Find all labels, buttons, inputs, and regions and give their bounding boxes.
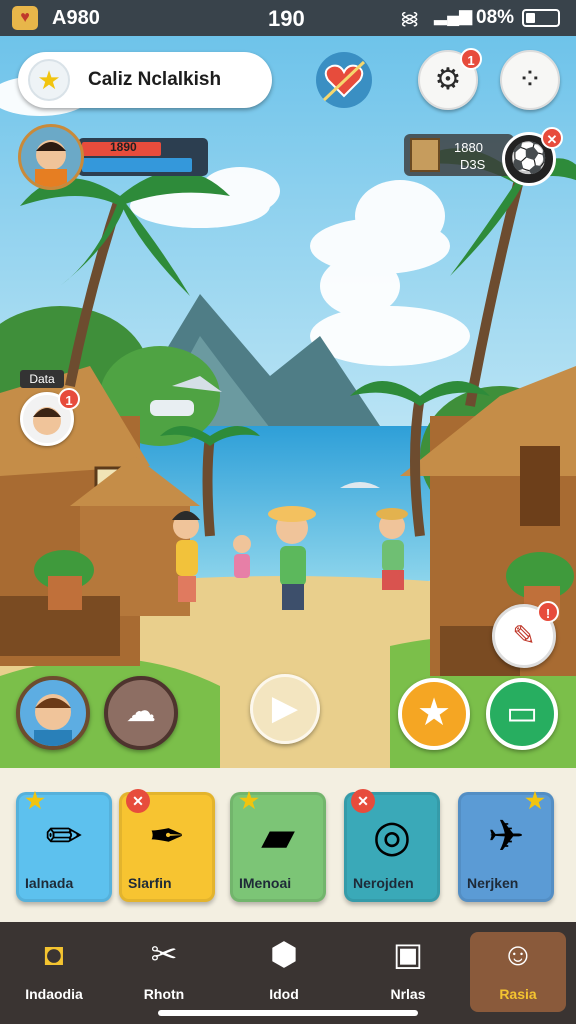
quest-title: Caliz Nclalkish: [88, 69, 222, 90]
map-button[interactable]: ✎ !: [492, 601, 559, 668]
home-indicator[interactable]: [158, 1010, 418, 1016]
tools-icon: ✂: [150, 936, 178, 972]
card-label: IMenoai: [239, 875, 292, 891]
location-pin-icon: ⬢: [270, 936, 298, 972]
star-icon: ★: [416, 692, 452, 734]
card-label: Nerojden: [353, 875, 414, 891]
chef-hat-icon: ☁: [126, 695, 156, 728]
rings-icon: ◎: [372, 812, 412, 861]
grid-dots-icon: ⁘: [517, 63, 543, 96]
nav-item-rasia[interactable]: ☺ Rasia: [470, 932, 566, 1012]
gear-icon: ⚙: [434, 63, 462, 96]
soccer-ball-icon: ⚽: [510, 142, 548, 175]
quest-banner[interactable]: ★ Caliz Nclalkish: [18, 52, 272, 108]
player-profile[interactable]: 1890: [18, 124, 208, 194]
ball-badge: ✕: [541, 127, 563, 149]
resource-panel: 1880 D3S: [404, 134, 514, 176]
resource-count: 1880: [454, 140, 483, 155]
card-label: Slarfin: [128, 875, 172, 891]
card-label: Nerjken: [467, 875, 519, 891]
friend-face-icon: [34, 694, 72, 746]
marker-icon: ✒: [148, 812, 186, 861]
nav-item-rhotn[interactable]: ✂ Rhotn: [116, 932, 212, 1012]
status-bar: ♥ A980 190 ᯼ ▂▄▆ 08%: [0, 0, 576, 36]
nav-item-nrlas[interactable]: ▣ Nrlas: [360, 932, 456, 1012]
x-badge-icon: ✕: [126, 789, 150, 813]
card-imenoai[interactable]: ★ ▰ IMenoai: [230, 788, 326, 902]
npc-badge: 1: [58, 388, 80, 410]
cube-icon: ▰: [261, 812, 295, 861]
card-label: Ialnada: [25, 875, 74, 891]
star-badge-icon: ★: [525, 788, 545, 813]
settings-button[interactable]: ⚙ 1: [418, 48, 482, 110]
paper-plane-icon: ✈: [487, 812, 525, 861]
chef-button[interactable]: ☁: [104, 676, 178, 750]
clock: 190: [268, 6, 305, 31]
heart-arrow-icon: [316, 52, 372, 108]
level-text: 1890: [110, 140, 137, 154]
player-avatar[interactable]: [18, 124, 84, 190]
resource-label: D3S: [460, 157, 486, 172]
star-badge-icon: ★: [239, 788, 259, 813]
npc-tag: Data: [20, 370, 64, 388]
star-icon: ★: [28, 59, 70, 101]
face-icon: [35, 140, 67, 187]
map-badge: !: [537, 601, 559, 623]
nav-label: Idod: [269, 986, 299, 1002]
battery-icon: [522, 9, 560, 27]
nav-label: Indaodia: [25, 986, 83, 1002]
app-name: A980: [52, 7, 100, 29]
battery-percent: 08%: [476, 7, 515, 28]
play-button[interactable]: ▶: [250, 674, 320, 744]
action-card-tray: ★ ✏ Ialnada ✕ ✒ Slarfin ★ ▰ IMenoai ✕ ◎ …: [0, 768, 576, 922]
notification-badge: 1: [460, 48, 482, 70]
nav-item-idod[interactable]: ⬢ Idod: [236, 932, 332, 1012]
app-icon: ♥: [12, 6, 38, 30]
x-badge-icon: ✕: [351, 789, 375, 813]
chat-button[interactable]: ▭: [486, 678, 558, 750]
play-icon: ▶: [271, 689, 299, 727]
chat-bubble-icon: ▭: [505, 694, 539, 732]
star-badge-icon: ★: [25, 788, 45, 813]
map-icon: ✎: [512, 620, 536, 651]
friend-avatar-button[interactable]: [16, 676, 90, 750]
xp-bar: [82, 158, 192, 172]
signal-icon: ▂▄▆: [434, 6, 473, 25]
nav-label: Nrlas: [390, 986, 426, 1002]
card-nerjken[interactable]: ★ ✈ Nerjken: [458, 788, 554, 902]
soccer-ball-button[interactable]: ⚽ ✕: [502, 127, 563, 186]
camera-icon: ◘: [44, 936, 64, 972]
heart-button[interactable]: [314, 50, 374, 110]
nav-item-indaodia[interactable]: ◘ Indaodia: [6, 932, 102, 1012]
card-ialnada[interactable]: ★ ✏ Ialnada: [16, 788, 112, 902]
wifi-icon: ᯼: [400, 8, 420, 28]
game-scene[interactable]: ★ Caliz Nclalkish ⚙ 1 ⁘ 1890 1880 D3S ⚽ …: [0, 36, 576, 768]
avatar-icon: ☺: [501, 936, 535, 972]
favorites-button[interactable]: ★: [398, 678, 470, 750]
nav-label: Rhotn: [143, 986, 185, 1002]
bottom-nav: ◘ Indaodia ✂ Rhotn ⬢ Idod ▣ Nrlas ☺ Rasi…: [0, 922, 576, 1024]
card-nerojden[interactable]: ✕ ◎ Nerojden: [344, 789, 440, 902]
crate-icon: [410, 138, 440, 172]
picture-icon: ▣: [392, 936, 424, 972]
card-slarfin[interactable]: ✕ ✒ Slarfin: [119, 789, 215, 902]
nav-label: Rasia: [499, 986, 537, 1002]
eraser-icon: ✏: [45, 812, 83, 861]
menu-button[interactable]: ⁘: [500, 50, 560, 110]
